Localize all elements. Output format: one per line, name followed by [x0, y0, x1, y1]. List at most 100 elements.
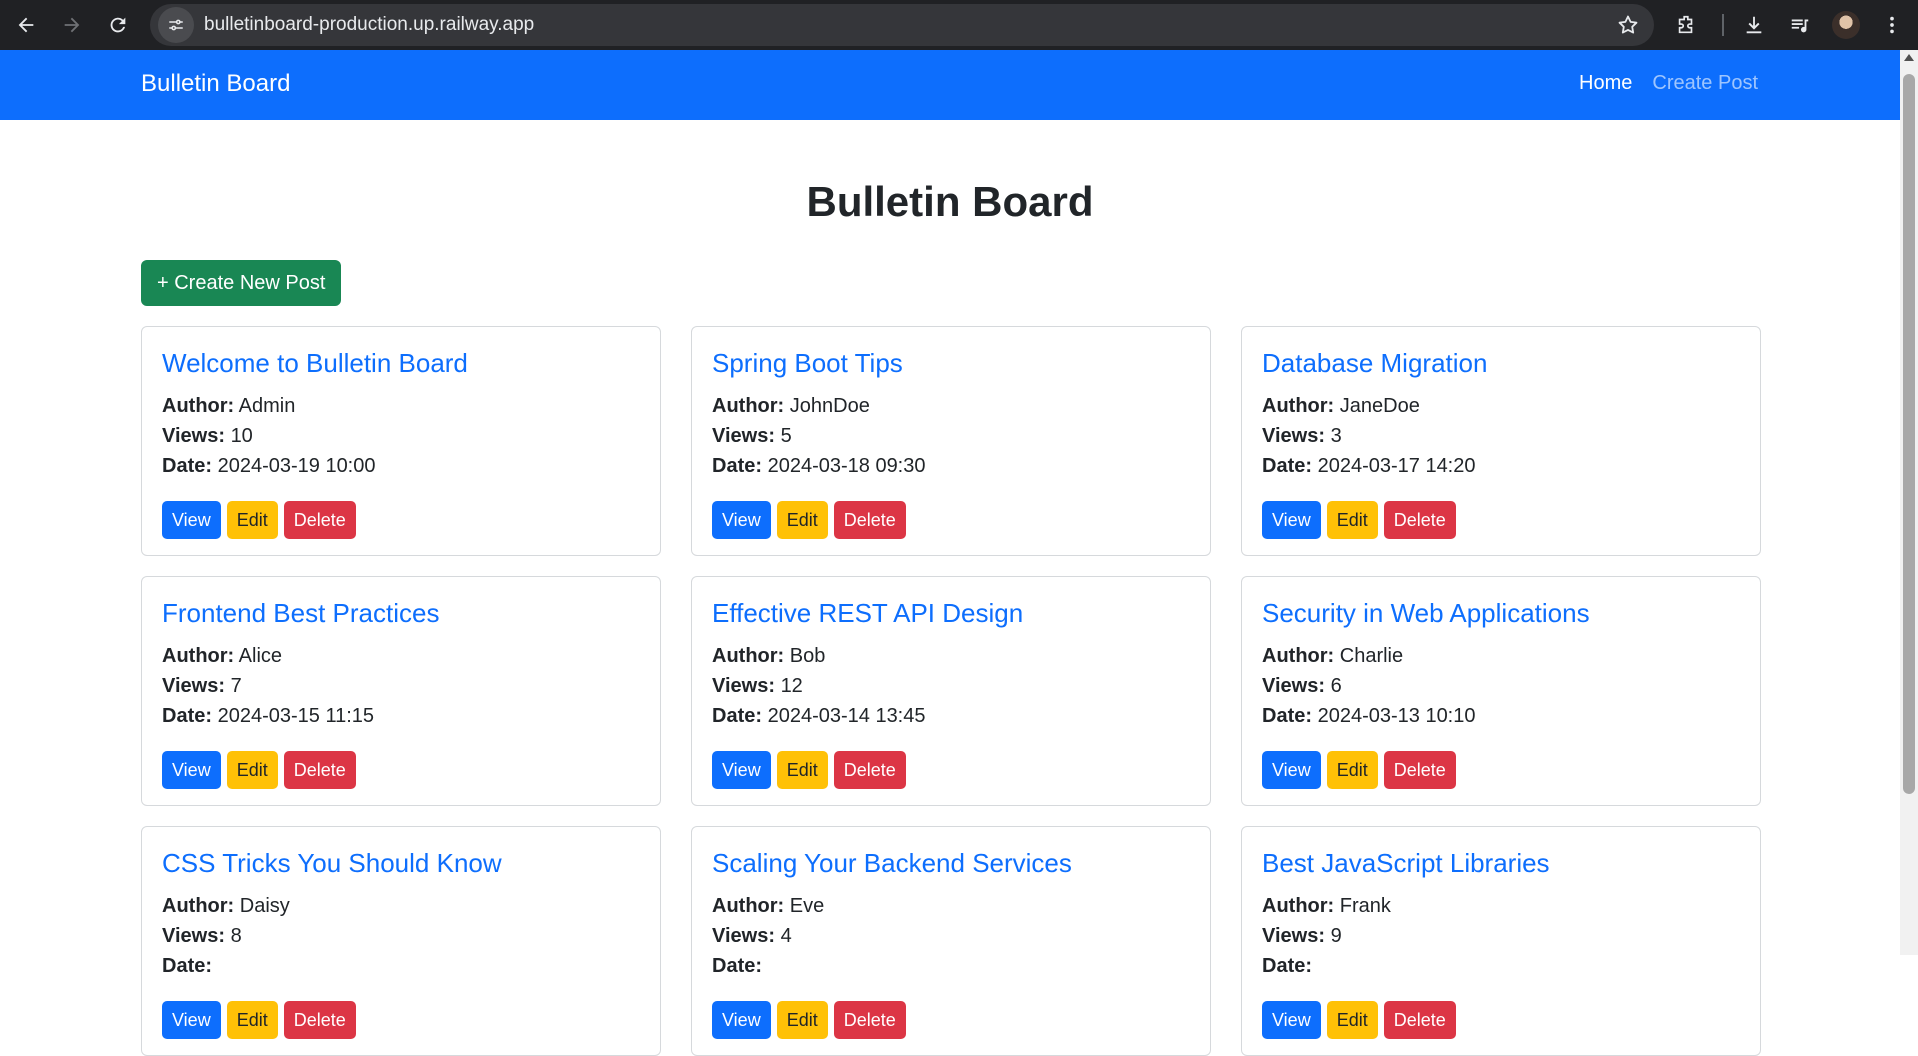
post-card: CSS Tricks You Should Know Author: Daisy…	[141, 826, 661, 1056]
nav-home-link[interactable]: Home	[1579, 72, 1632, 95]
navbar-brand[interactable]: Bulletin Board	[141, 70, 290, 98]
post-actions: View Edit Delete	[162, 1001, 640, 1039]
post-actions: View Edit Delete	[1262, 501, 1740, 539]
back-arrow-icon[interactable]	[6, 5, 46, 45]
post-card: Best JavaScript Libraries Author: Frank …	[1241, 826, 1761, 1056]
post-views-row: Views: 6	[1262, 671, 1740, 701]
post-views-row: Views: 3	[1262, 421, 1740, 451]
delete-button[interactable]: Delete	[1383, 1001, 1456, 1039]
post-views-row: Views: 8	[162, 921, 640, 951]
post-actions: View Edit Delete	[1262, 1001, 1740, 1039]
views-label: Views:	[712, 675, 775, 697]
view-button[interactable]: View	[1262, 751, 1321, 789]
page-scrollbar[interactable]	[1900, 50, 1918, 955]
post-title-link[interactable]: Security in Web Applications	[1262, 597, 1740, 629]
author-label: Author:	[1262, 395, 1335, 417]
post-actions: View Edit Delete	[712, 1001, 1190, 1039]
nav-create-post-link[interactable]: Create Post	[1652, 72, 1758, 95]
post-title-link[interactable]: Database Migration	[1262, 347, 1740, 379]
reload-icon[interactable]	[98, 5, 138, 45]
post-title-link[interactable]: Scaling Your Backend Services	[712, 847, 1190, 879]
site-settings-icon[interactable]	[158, 7, 194, 43]
url-text: bulletinboard-production.up.railway.app	[204, 14, 535, 35]
view-button[interactable]: View	[712, 1001, 771, 1039]
views-label: Views:	[1262, 675, 1325, 697]
edit-button[interactable]: Edit	[226, 1001, 278, 1039]
post-title-link[interactable]: Frontend Best Practices	[162, 597, 640, 629]
post-views: 3	[1330, 425, 1342, 447]
views-label: Views:	[1262, 925, 1325, 947]
download-icon[interactable]	[1734, 5, 1774, 45]
post-author-row: Author: Eve	[712, 891, 1190, 921]
post-author: Daisy	[239, 895, 290, 917]
delete-button[interactable]: Delete	[283, 751, 356, 789]
delete-button[interactable]: Delete	[833, 501, 906, 539]
view-button[interactable]: View	[162, 751, 221, 789]
post-date-row: Date: 2024-03-18 09:30	[712, 451, 1190, 481]
profile-avatar[interactable]	[1826, 5, 1866, 45]
post-views: 10	[230, 425, 253, 447]
delete-button[interactable]: Delete	[1383, 501, 1456, 539]
author-label: Author:	[712, 895, 785, 917]
edit-button[interactable]: Edit	[226, 751, 278, 789]
post-date-row: Date:	[1262, 951, 1740, 981]
post-title-link[interactable]: Spring Boot Tips	[712, 347, 1190, 379]
post-views-row: Views: 7	[162, 671, 640, 701]
navbar-links: Home Create Post	[1579, 72, 1758, 95]
post-title-link[interactable]: Welcome to Bulletin Board	[162, 347, 640, 379]
create-new-post-button[interactable]: + Create New Post	[141, 260, 342, 306]
views-label: Views:	[162, 425, 225, 447]
post-card: Security in Web Applications Author: Cha…	[1241, 576, 1761, 806]
edit-button[interactable]: Edit	[776, 751, 828, 789]
post-views: 4	[780, 925, 792, 947]
post-date-row: Date:	[162, 951, 640, 981]
media-control-icon[interactable]	[1780, 5, 1820, 45]
scroll-up-arrow-icon[interactable]	[1904, 54, 1914, 61]
post-author-row: Author: JaneDoe	[1262, 391, 1740, 421]
delete-button[interactable]: Delete	[1383, 751, 1456, 789]
extensions-icon[interactable]	[1666, 5, 1706, 45]
views-label: Views:	[712, 925, 775, 947]
post-title-link[interactable]: Effective REST API Design	[712, 597, 1190, 629]
browser-toolbar: bulletinboard-production.up.railway.app	[0, 0, 1918, 50]
post-author: Eve	[789, 895, 825, 917]
author-label: Author:	[162, 395, 235, 417]
scrollbar-thumb[interactable]	[1903, 74, 1915, 794]
post-author-row: Author: Charlie	[1262, 641, 1740, 671]
views-label: Views:	[162, 925, 225, 947]
post-views-row: Views: 10	[162, 421, 640, 451]
edit-button[interactable]: Edit	[1326, 751, 1378, 789]
post-author: JohnDoe	[789, 395, 870, 417]
view-button[interactable]: View	[1262, 1001, 1321, 1039]
view-button[interactable]: View	[712, 751, 771, 789]
delete-button[interactable]: Delete	[283, 1001, 356, 1039]
post-title-link[interactable]: Best JavaScript Libraries	[1262, 847, 1740, 879]
delete-button[interactable]: Delete	[833, 751, 906, 789]
view-button[interactable]: View	[162, 501, 221, 539]
bookmark-star-icon[interactable]	[1616, 13, 1640, 37]
date-label: Date:	[162, 455, 213, 477]
post-title-link[interactable]: CSS Tricks You Should Know	[162, 847, 640, 879]
author-label: Author:	[1262, 645, 1335, 667]
edit-button[interactable]: Edit	[776, 1001, 828, 1039]
post-author-row: Author: JohnDoe	[712, 391, 1190, 421]
delete-button[interactable]: Delete	[283, 501, 356, 539]
edit-button[interactable]: Edit	[226, 501, 278, 539]
post-views-row: Views: 12	[712, 671, 1190, 701]
address-bar[interactable]: bulletinboard-production.up.railway.app	[150, 4, 1654, 46]
view-button[interactable]: View	[712, 501, 771, 539]
post-date-row: Date: 2024-03-17 14:20	[1262, 451, 1740, 481]
views-label: Views:	[1262, 425, 1325, 447]
forward-arrow-icon[interactable]	[52, 5, 92, 45]
post-actions: View Edit Delete	[1262, 751, 1740, 789]
edit-button[interactable]: Edit	[776, 501, 828, 539]
edit-button[interactable]: Edit	[1326, 501, 1378, 539]
view-button[interactable]: View	[162, 1001, 221, 1039]
more-menu-icon[interactable]	[1872, 5, 1912, 45]
view-button[interactable]: View	[1262, 501, 1321, 539]
post-card: Scaling Your Backend Services Author: Ev…	[691, 826, 1211, 1056]
edit-button[interactable]: Edit	[1326, 1001, 1378, 1039]
post-author-row: Author: Alice	[162, 641, 640, 671]
post-actions: View Edit Delete	[712, 501, 1190, 539]
delete-button[interactable]: Delete	[833, 1001, 906, 1039]
